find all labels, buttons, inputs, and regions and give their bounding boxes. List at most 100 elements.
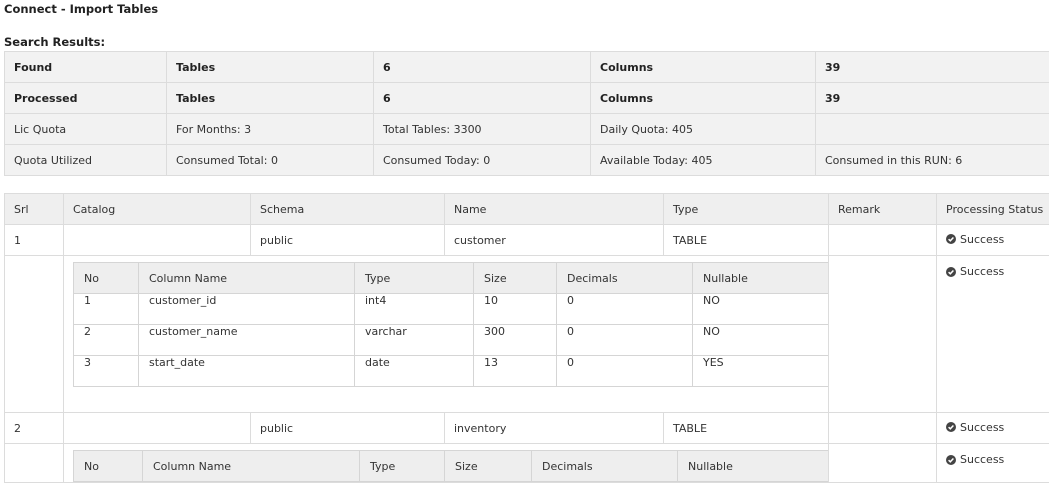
remark-cell: [829, 413, 937, 444]
summary-table: Found Tables 6 Columns 39 Processed Tabl…: [4, 51, 1049, 176]
column-nullable: NO: [693, 325, 829, 356]
columns-header-no: No: [74, 451, 143, 482]
status-text: Success: [960, 421, 1004, 434]
results-header-catalog: Catalog: [64, 194, 251, 225]
name-cell: inventory: [445, 413, 664, 444]
column-name: start_date: [139, 356, 355, 387]
columns-header-column-name: Column Name: [139, 263, 355, 294]
table-row: 1 public customer TABLE Success: [5, 225, 1049, 256]
columns-header-nullable: Nullable: [693, 263, 829, 294]
status-badge: Success: [946, 421, 1004, 434]
columns-cell: No Column Name Type Size Decimals Nullab…: [64, 444, 829, 483]
summary-cell: Found: [5, 52, 167, 83]
catalog-cell: [64, 225, 251, 256]
detail-status-cell: Success: [937, 256, 1049, 413]
summary-cell: Consumed Total: 0: [167, 145, 374, 176]
detail-remark-spacer: [829, 256, 937, 413]
summary-cell: Tables: [167, 52, 374, 83]
columns-header-no: No: [74, 263, 139, 294]
summary-cell: 39: [816, 83, 1049, 114]
column-name: customer_name: [139, 325, 355, 356]
column-no: 1: [74, 294, 139, 325]
summary-cell: Daily Quota: 405: [591, 114, 816, 145]
column-type: int4: [355, 294, 474, 325]
results-header-type: Type: [664, 194, 829, 225]
column-size: 10: [474, 294, 557, 325]
table-row-detail: No Column Name Type Size Decimals Nullab…: [5, 256, 1049, 413]
columns-header-decimals: Decimals: [557, 263, 693, 294]
detail-remark-spacer: [829, 444, 937, 483]
columns-header-decimals: Decimals: [532, 451, 678, 482]
summary-row-found: Found Tables 6 Columns 39: [5, 52, 1049, 83]
status-cell: Success: [937, 225, 1049, 256]
summary-row-quota-utilized: Quota Utilized Consumed Total: 0 Consume…: [5, 145, 1049, 176]
results-header-schema: Schema: [251, 194, 445, 225]
catalog-cell: [64, 413, 251, 444]
columns-header-size: Size: [474, 263, 557, 294]
status-badge: Success: [946, 233, 1004, 246]
column-name: customer_id: [139, 294, 355, 325]
results-header-processing-status: Processing Status: [937, 194, 1049, 225]
columns-header-row: No Column Name Type Size Decimals Nullab…: [74, 263, 829, 294]
summary-cell: Consumed in this RUN: 6: [816, 145, 1049, 176]
srl-cell: 2: [5, 413, 64, 444]
search-results-label: Search Results:: [4, 35, 105, 49]
page-title: Connect - Import Tables: [4, 2, 158, 16]
columns-header-row: No Column Name Type Size Decimals Nullab…: [74, 451, 829, 482]
status-text: Success: [960, 233, 1004, 246]
status-badge: Success: [946, 256, 1004, 278]
column-no: 2: [74, 325, 139, 356]
detail-status-cell: Success: [937, 444, 1049, 483]
columns-header-nullable: Nullable: [678, 451, 829, 482]
summary-row-processed: Processed Tables 6 Columns 39: [5, 83, 1049, 114]
results-header-remark: Remark: [829, 194, 937, 225]
summary-cell: For Months: 3: [167, 114, 374, 145]
column-decimals: 0: [557, 294, 693, 325]
results-table: Srl Catalog Schema Name Type Remark Proc…: [4, 193, 1049, 483]
schema-cell: public: [251, 225, 445, 256]
summary-cell: Quota Utilized: [5, 145, 167, 176]
summary-cell: 39: [816, 52, 1049, 83]
column-row: 1 customer_id int4 10 0 NO: [74, 294, 829, 325]
results-header-srl: Srl: [5, 194, 64, 225]
column-row: 2 customer_name varchar 300 0 NO: [74, 325, 829, 356]
column-nullable: NO: [693, 294, 829, 325]
columns-header-type: Type: [355, 263, 474, 294]
summary-cell: Consumed Today: 0: [374, 145, 591, 176]
summary-cell: [816, 114, 1049, 145]
type-cell: TABLE: [664, 413, 829, 444]
check-circle-icon: [946, 267, 956, 277]
table-row-detail: No Column Name Type Size Decimals Nullab…: [5, 444, 1049, 483]
summary-cell: Total Tables: 3300: [374, 114, 591, 145]
summary-cell: Columns: [591, 52, 816, 83]
column-row: 3 start_date date 13 0 YES: [74, 356, 829, 387]
summary-cell: Columns: [591, 83, 816, 114]
status-badge: Success: [946, 444, 1004, 466]
summary-cell: Available Today: 405: [591, 145, 816, 176]
detail-spacer: [5, 444, 64, 483]
check-circle-icon: [946, 234, 956, 244]
columns-header-size: Size: [445, 451, 532, 482]
name-cell: customer: [445, 225, 664, 256]
results-header-name: Name: [445, 194, 664, 225]
check-circle-icon: [946, 455, 956, 465]
remark-cell: [829, 225, 937, 256]
columns-cell: No Column Name Type Size Decimals Nullab…: [64, 256, 829, 413]
columns-header-column-name: Column Name: [143, 451, 360, 482]
columns-table: No Column Name Type Size Decimals Nullab…: [73, 450, 829, 482]
results-header-row: Srl Catalog Schema Name Type Remark Proc…: [5, 194, 1049, 225]
schema-cell: public: [251, 413, 445, 444]
column-decimals: 0: [557, 356, 693, 387]
status-cell: Success: [937, 413, 1049, 444]
summary-cell: Lic Quota: [5, 114, 167, 145]
columns-header-type: Type: [360, 451, 445, 482]
status-text: Success: [960, 265, 1004, 278]
summary-cell: Tables: [167, 83, 374, 114]
summary-row-lic-quota: Lic Quota For Months: 3 Total Tables: 33…: [5, 114, 1049, 145]
summary-cell: 6: [374, 83, 591, 114]
column-type: varchar: [355, 325, 474, 356]
type-cell: TABLE: [664, 225, 829, 256]
check-circle-icon: [946, 422, 956, 432]
column-no: 3: [74, 356, 139, 387]
column-size: 13: [474, 356, 557, 387]
